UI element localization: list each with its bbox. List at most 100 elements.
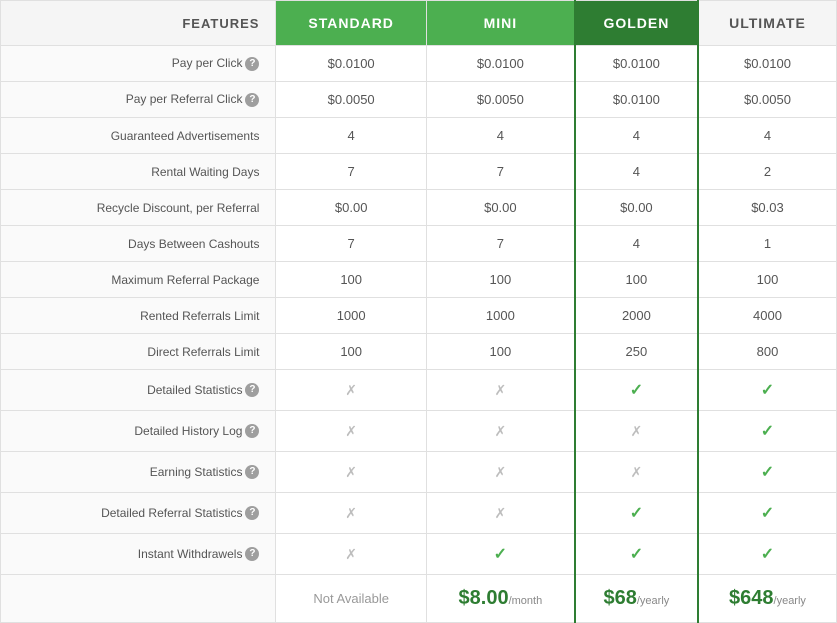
table-row: Days Between Cashouts 7 7 4 1 — [1, 226, 837, 262]
cell-value: $0.00 — [335, 200, 368, 215]
check-icon: ✓ — [761, 464, 774, 481]
table-row: Earning Statistics? ✗ ✗ ✗ ✓ — [1, 452, 837, 493]
mini-cell: ✗ — [426, 452, 574, 493]
cross-icon: ✗ — [495, 423, 507, 439]
info-icon[interactable]: ? — [245, 506, 259, 520]
table-row: Pay per Click? $0.0100 $0.0100 $0.0100 $… — [1, 46, 837, 82]
feature-name: Rented Referrals Limit — [140, 309, 259, 323]
cell-value: 4 — [348, 128, 355, 143]
feature-name: Recycle Discount, per Referral — [97, 201, 260, 215]
mini-cell: ✗ — [426, 493, 574, 534]
ultimate-cell: 1 — [698, 226, 837, 262]
feature-label: Direct Referrals Limit — [1, 334, 276, 370]
table-row: Detailed Statistics? ✗ ✗ ✓ ✓ — [1, 370, 837, 411]
cell-value: 1000 — [337, 308, 366, 323]
ultimate-cell: ✓ — [698, 370, 837, 411]
standard-cell: 7 — [276, 154, 426, 190]
feature-name: Direct Referrals Limit — [147, 345, 259, 359]
cell-value: 100 — [490, 344, 512, 359]
cell-value: 2 — [764, 164, 771, 179]
mini-price-amount: $8.00 — [459, 587, 509, 609]
cell-value: 7 — [348, 164, 355, 179]
feature-name: Pay per Click — [172, 56, 243, 70]
cell-value: $0.0100 — [477, 56, 524, 71]
ultimate-price-period: /yearly — [774, 595, 806, 607]
pricing-row: Not Available $8.00/month $68/yearly $64… — [1, 575, 837, 623]
mini-cell: ✗ — [426, 411, 574, 452]
info-icon[interactable]: ? — [245, 424, 259, 438]
mini-cell: 100 — [426, 334, 574, 370]
cell-value: $0.0100 — [613, 92, 660, 107]
golden-cell: 250 — [575, 334, 698, 370]
golden-cell: 4 — [575, 118, 698, 154]
info-icon[interactable]: ? — [245, 465, 259, 479]
cross-icon: ✗ — [495, 382, 507, 398]
cell-value: 100 — [340, 344, 362, 359]
ultimate-cell: ✓ — [698, 534, 837, 575]
table-row: Instant Withdrawels? ✗ ✓ ✓ ✓ — [1, 534, 837, 575]
mini-cell: 7 — [426, 154, 574, 190]
check-icon: ✓ — [761, 546, 774, 563]
ultimate-cell: $0.03 — [698, 190, 837, 226]
cell-value: $0.00 — [620, 200, 653, 215]
mini-price: $8.00/month — [426, 575, 574, 623]
cell-value: 7 — [497, 164, 504, 179]
golden-cell: 4 — [575, 154, 698, 190]
comparison-table: FEATURES STANDARD MINI GOLDEN ULTIMATE P… — [0, 0, 837, 623]
ultimate-price: $648/yearly — [698, 575, 837, 623]
standard-cell: ✗ — [276, 411, 426, 452]
cell-value: 4000 — [753, 308, 782, 323]
cell-value: $0.00 — [484, 200, 517, 215]
mini-cell: ✓ — [426, 534, 574, 575]
feature-label: Recycle Discount, per Referral — [1, 190, 276, 226]
table-row: Guaranteed Advertisements 4 4 4 4 — [1, 118, 837, 154]
feature-label: Pay per Click? — [1, 46, 276, 82]
info-icon[interactable]: ? — [245, 57, 259, 71]
cell-value: $0.0050 — [477, 92, 524, 107]
feature-label: Detailed Statistics? — [1, 370, 276, 411]
feature-label: Pay per Referral Click? — [1, 82, 276, 118]
feature-name: Detailed History Log — [134, 424, 242, 438]
cell-value: $0.03 — [751, 200, 784, 215]
cross-icon: ✗ — [631, 423, 643, 439]
cross-icon: ✗ — [345, 382, 357, 398]
info-icon[interactable]: ? — [245, 383, 259, 397]
cell-value: 100 — [340, 272, 362, 287]
ultimate-cell: $0.0050 — [698, 82, 837, 118]
ultimate-cell: $0.0100 — [698, 46, 837, 82]
cell-value: 7 — [348, 236, 355, 251]
table-row: Rented Referrals Limit 1000 1000 2000 40… — [1, 298, 837, 334]
check-icon: ✓ — [630, 505, 643, 522]
ultimate-cell: 100 — [698, 262, 837, 298]
golden-cell: $0.0100 — [575, 46, 698, 82]
cell-value: 800 — [757, 344, 779, 359]
cell-value: 4 — [633, 236, 640, 251]
cell-value: 100 — [490, 272, 512, 287]
cross-icon: ✗ — [495, 464, 507, 480]
cross-icon: ✗ — [345, 546, 357, 562]
feature-label: Detailed History Log? — [1, 411, 276, 452]
cell-value: $0.0100 — [613, 56, 660, 71]
cross-icon: ✗ — [495, 505, 507, 521]
check-icon: ✓ — [630, 382, 643, 399]
cell-value: 100 — [757, 272, 779, 287]
golden-price-period: /yearly — [637, 595, 669, 607]
golden-cell: ✓ — [575, 493, 698, 534]
mini-cell: $0.0050 — [426, 82, 574, 118]
feature-label: Rented Referrals Limit — [1, 298, 276, 334]
feature-name: Instant Withdrawels — [138, 547, 243, 561]
golden-cell: ✓ — [575, 370, 698, 411]
golden-cell: $0.0100 — [575, 82, 698, 118]
ultimate-cell: 4 — [698, 118, 837, 154]
standard-header: STANDARD — [276, 1, 426, 46]
info-icon[interactable]: ? — [245, 547, 259, 561]
cell-value: $0.0100 — [328, 56, 375, 71]
check-icon: ✓ — [761, 505, 774, 522]
mini-cell: $0.0100 — [426, 46, 574, 82]
cell-value: $0.0050 — [744, 92, 791, 107]
standard-price: Not Available — [276, 575, 426, 623]
cell-value: 4 — [633, 128, 640, 143]
info-icon[interactable]: ? — [245, 93, 259, 107]
golden-cell: 100 — [575, 262, 698, 298]
golden-price: $68/yearly — [575, 575, 698, 623]
